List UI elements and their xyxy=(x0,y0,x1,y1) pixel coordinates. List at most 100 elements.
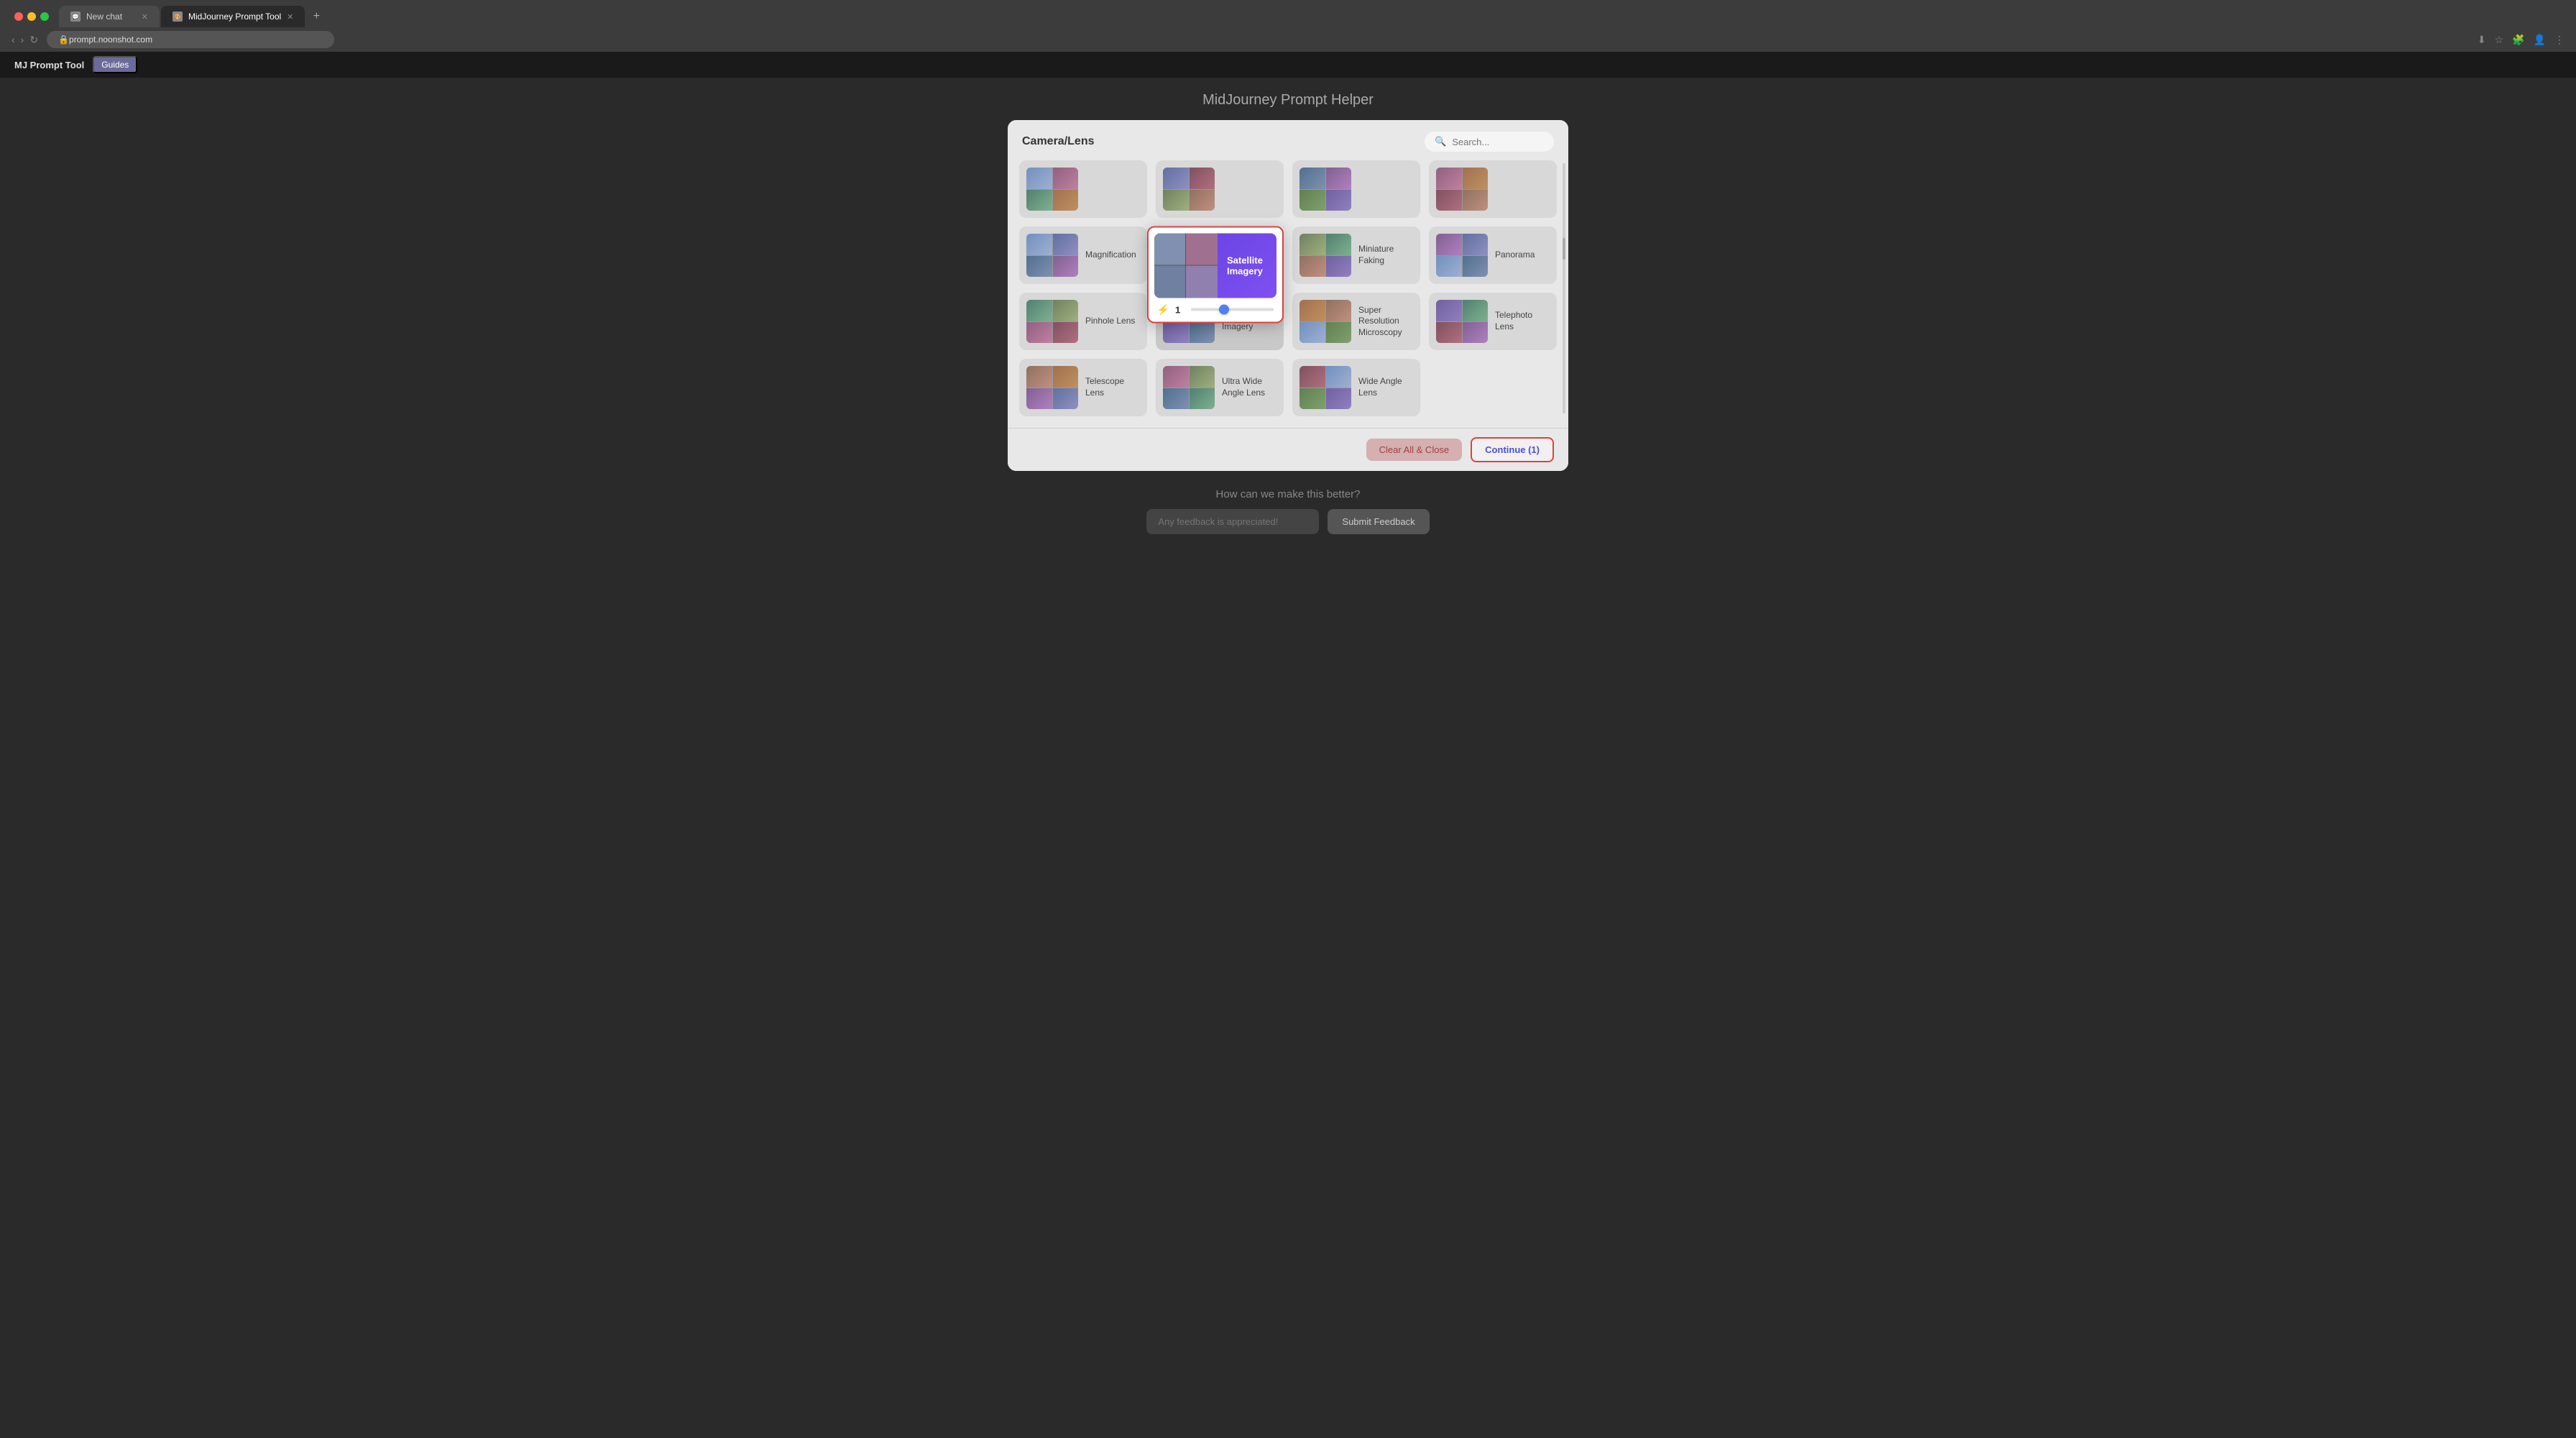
item-thumbnail xyxy=(1300,234,1351,277)
address-text: prompt.noonshot.com xyxy=(69,35,152,45)
tab-close-icon[interactable]: ✕ xyxy=(287,12,293,22)
list-item-wide-angle-lens[interactable]: Wide Angle Lens xyxy=(1292,359,1420,416)
tab-bar: 💬 New chat ✕ 🎨 MidJourney Prompt Tool ✕ … xyxy=(0,0,2576,27)
page-title: MidJourney Prompt Helper xyxy=(1202,92,1374,109)
bolt-icon: ⚡ xyxy=(1157,303,1169,316)
profile-icon[interactable]: 👤 xyxy=(2534,34,2546,46)
item-label: Magnification xyxy=(1085,249,1136,261)
weight-slider[interactable] xyxy=(1191,308,1274,311)
traffic-lights xyxy=(6,12,58,21)
item-thumbnail xyxy=(1026,366,1078,409)
submit-feedback-button[interactable]: Submit Feedback xyxy=(1328,509,1429,534)
feedback-title: How can we make this better? xyxy=(1146,488,1429,500)
item-thumbnail xyxy=(1300,168,1351,211)
item-label: Telephoto Lens xyxy=(1495,310,1550,332)
list-item[interactable] xyxy=(1429,160,1557,218)
item-label: Panorama xyxy=(1495,249,1535,261)
new-tab-button[interactable]: + xyxy=(306,6,326,27)
tab-favicon: 🎨 xyxy=(172,12,183,22)
browser-toolbar: ⬇ ☆ 🧩 👤 ⋮ xyxy=(2478,34,2564,46)
list-item-telephoto-lens[interactable]: Telephoto Lens xyxy=(1429,293,1557,350)
page-content: MidJourney Prompt Helper Camera/Lens 🔍 xyxy=(0,78,2576,1438)
download-icon[interactable]: ⬇ xyxy=(2478,34,2486,46)
tab-close-icon[interactable]: ✕ xyxy=(142,12,148,22)
maximize-button[interactable] xyxy=(40,12,49,21)
extension-icon[interactable]: 🧩 xyxy=(2512,34,2524,46)
clear-all-close-button[interactable]: Clear All & Close xyxy=(1366,439,1463,461)
list-item-miniature-faking[interactable]: Miniature Faking xyxy=(1292,226,1420,284)
item-thumbnail xyxy=(1163,168,1215,211)
address-bar: ‹ › ↻ 🔒 prompt.noonshot.com ⬇ ☆ 🧩 👤 ⋮ xyxy=(0,27,2576,52)
list-item-ultra-wide-angle[interactable]: Ultra Wide Angle Lens xyxy=(1156,359,1284,416)
modal-footer: Clear All & Close Continue (1) xyxy=(1008,428,1568,471)
weight-value: 1 xyxy=(1175,304,1185,315)
item-thumbnail xyxy=(1300,366,1351,409)
item-label: Pinhole Lens xyxy=(1085,316,1135,327)
address-input[interactable]: 🔒 prompt.noonshot.com xyxy=(47,31,334,48)
scrollbar-thumb[interactable] xyxy=(1563,238,1565,260)
popup-item-label: Satellite Imagery xyxy=(1219,255,1270,276)
item-label: Super Resolution Microscopy xyxy=(1358,305,1413,339)
menu-icon[interactable]: ⋮ xyxy=(2554,34,2564,46)
list-item[interactable] xyxy=(1156,160,1284,218)
item-thumbnail xyxy=(1026,234,1078,277)
minimize-button[interactable] xyxy=(27,12,36,21)
item-thumbnail xyxy=(1436,168,1488,211)
list-item[interactable] xyxy=(1019,160,1147,218)
mini-thumb xyxy=(1154,266,1186,298)
item-thumbnail xyxy=(1436,234,1488,277)
search-box: 🔍 xyxy=(1425,132,1554,152)
reload-icon[interactable]: ↻ xyxy=(29,34,38,46)
item-label: Telescope Lens xyxy=(1085,376,1140,398)
item-thumbnail xyxy=(1436,300,1488,343)
list-item-super-resolution[interactable]: Super Resolution Microscopy xyxy=(1292,293,1420,350)
list-item-pinhole-lens[interactable]: Pinhole Lens xyxy=(1019,293,1147,350)
popup-image: Satellite Imagery xyxy=(1154,233,1276,298)
lock-icon: 🔒 xyxy=(58,35,69,45)
slider-thumb[interactable] xyxy=(1219,305,1229,315)
list-item-telescope-lens[interactable]: Telescope Lens xyxy=(1019,359,1147,416)
mini-thumb xyxy=(1154,233,1186,265)
popup-image-mini xyxy=(1154,233,1218,298)
tab-favicon: 💬 xyxy=(70,12,80,22)
camera-lens-modal: Camera/Lens 🔍 xyxy=(1008,120,1568,471)
list-item-panorama[interactable]: Panorama xyxy=(1429,226,1557,284)
mini-thumb xyxy=(1186,233,1218,265)
browser-chrome: 💬 New chat ✕ 🎨 MidJourney Prompt Tool ✕ … xyxy=(0,0,2576,52)
item-label: Wide Angle Lens xyxy=(1358,376,1413,398)
app-logo: MJ Prompt Tool xyxy=(14,60,84,70)
search-input[interactable] xyxy=(1452,137,1545,147)
item-thumbnail xyxy=(1026,168,1078,211)
modal-header: Camera/Lens 🔍 xyxy=(1008,120,1568,160)
list-item[interactable] xyxy=(1292,160,1420,218)
guides-button[interactable]: Guides xyxy=(93,56,137,73)
item-label: Miniature Faking xyxy=(1358,244,1413,266)
nav-buttons: ‹ › ↻ xyxy=(12,34,38,46)
scrollbar[interactable] xyxy=(1563,163,1565,413)
back-icon[interactable]: ‹ xyxy=(12,34,15,46)
popup-controls: ⚡ 1 xyxy=(1154,303,1276,316)
item-thumbnail xyxy=(1026,300,1078,343)
tab-midjourney[interactable]: 🎨 MidJourney Prompt Tool ✕ xyxy=(161,6,305,27)
tab-label: New chat xyxy=(86,12,122,22)
item-thumbnail xyxy=(1163,366,1215,409)
item-thumbnail xyxy=(1300,300,1351,343)
forward-icon[interactable]: › xyxy=(21,34,24,46)
mini-thumb xyxy=(1186,266,1218,298)
continue-button[interactable]: Continue (1) xyxy=(1471,437,1554,462)
selected-item-popup: Satellite Imagery ⚡ 1 xyxy=(1147,226,1284,323)
tab-label: MidJourney Prompt Tool xyxy=(188,12,281,22)
search-icon: 🔍 xyxy=(1435,136,1446,147)
app-header: MJ Prompt Tool Guides xyxy=(0,52,2576,78)
feedback-section: How can we make this better? Submit Feed… xyxy=(1146,488,1429,534)
list-item-magnification[interactable]: Magnification xyxy=(1019,226,1147,284)
feedback-row: Submit Feedback xyxy=(1146,509,1429,534)
bookmark-icon[interactable]: ☆ xyxy=(2495,34,2504,46)
item-label: Ultra Wide Angle Lens xyxy=(1222,376,1276,398)
items-grid: Magnification Microscopy xyxy=(1019,160,1557,428)
tab-new-chat[interactable]: 💬 New chat ✕ xyxy=(59,6,160,27)
modal-title: Camera/Lens xyxy=(1022,135,1095,148)
slider-track xyxy=(1191,308,1274,311)
feedback-input[interactable] xyxy=(1146,509,1319,534)
close-button[interactable] xyxy=(14,12,23,21)
